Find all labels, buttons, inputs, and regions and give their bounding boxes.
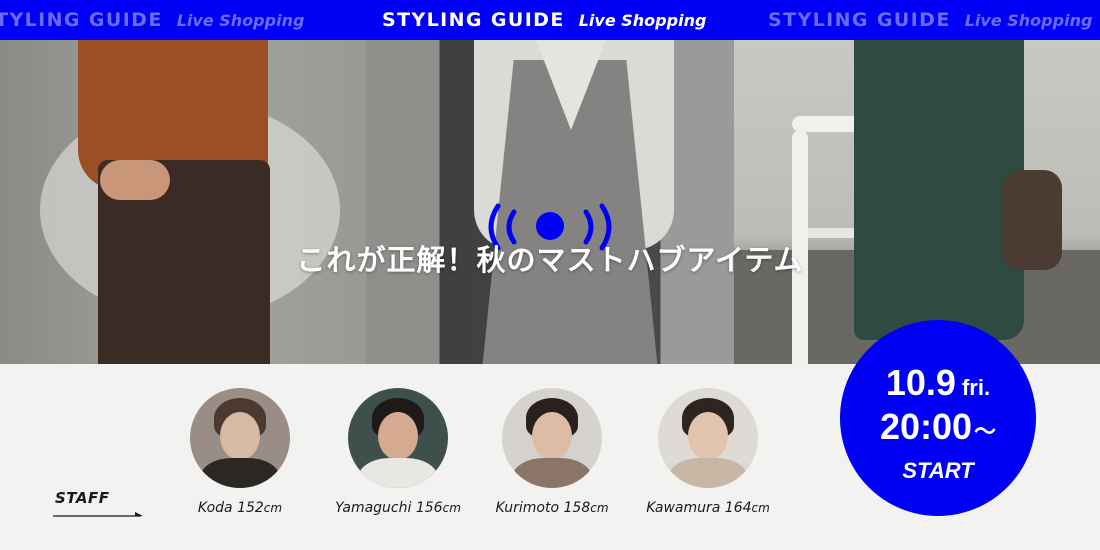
hero-headline: これが正解！秋のマストハブアイテム (296, 243, 804, 277)
photo-green-pants-outfit (734, 40, 1100, 364)
banner-title: STYLING GUIDE (768, 9, 951, 31)
avatar (502, 388, 602, 488)
event-date-badge: 10.9 fri. 20:00〜 START (840, 320, 1036, 516)
banner-subtitle: Live Shopping (578, 10, 707, 30)
staff-member-kurimoto: Kurimoto 158cm (472, 388, 632, 516)
staff-member-koda: Koda 152cm (160, 388, 320, 516)
staff-member-kawamura: Kawamura 164cm (628, 388, 788, 516)
staff-member-name: Kawamura 164cm (646, 500, 770, 516)
banner-title: STYLING GUIDE (0, 9, 163, 31)
event-start-label: START (902, 458, 974, 483)
banner-main: STYLING GUIDE Live Shopping (382, 0, 706, 40)
arrow-right-icon (53, 512, 143, 517)
staff-label: STAFF (55, 489, 110, 507)
banner-title: STYLING GUIDE (382, 9, 565, 31)
event-time: 20:00〜 (879, 406, 997, 447)
avatar (190, 388, 290, 488)
staff-member-yamaguchi: Yamaguchi 156cm (318, 388, 478, 516)
staff-member-name: Yamaguchi 156cm (335, 500, 461, 516)
banner-repeat-right: STYLING GUIDE Live Shopping (768, 0, 1092, 40)
staff-member-name: Koda 152cm (197, 500, 283, 516)
banner-subtitle: Live Shopping (176, 10, 305, 30)
hero-photo-strip (0, 40, 1100, 364)
banner-subtitle: Live Shopping (964, 10, 1093, 30)
event-date: 10.9 fri. (885, 362, 991, 403)
top-banner: STYLING GUIDE Live Shopping STYLING GUID… (0, 0, 1100, 40)
staff-member-name: Kurimoto 158cm (495, 500, 609, 516)
avatar (658, 388, 758, 488)
banner-repeat-left: STYLING GUIDE Live Shopping (0, 0, 304, 40)
avatar (348, 388, 448, 488)
photo-orange-shirt-outfit (0, 40, 366, 364)
